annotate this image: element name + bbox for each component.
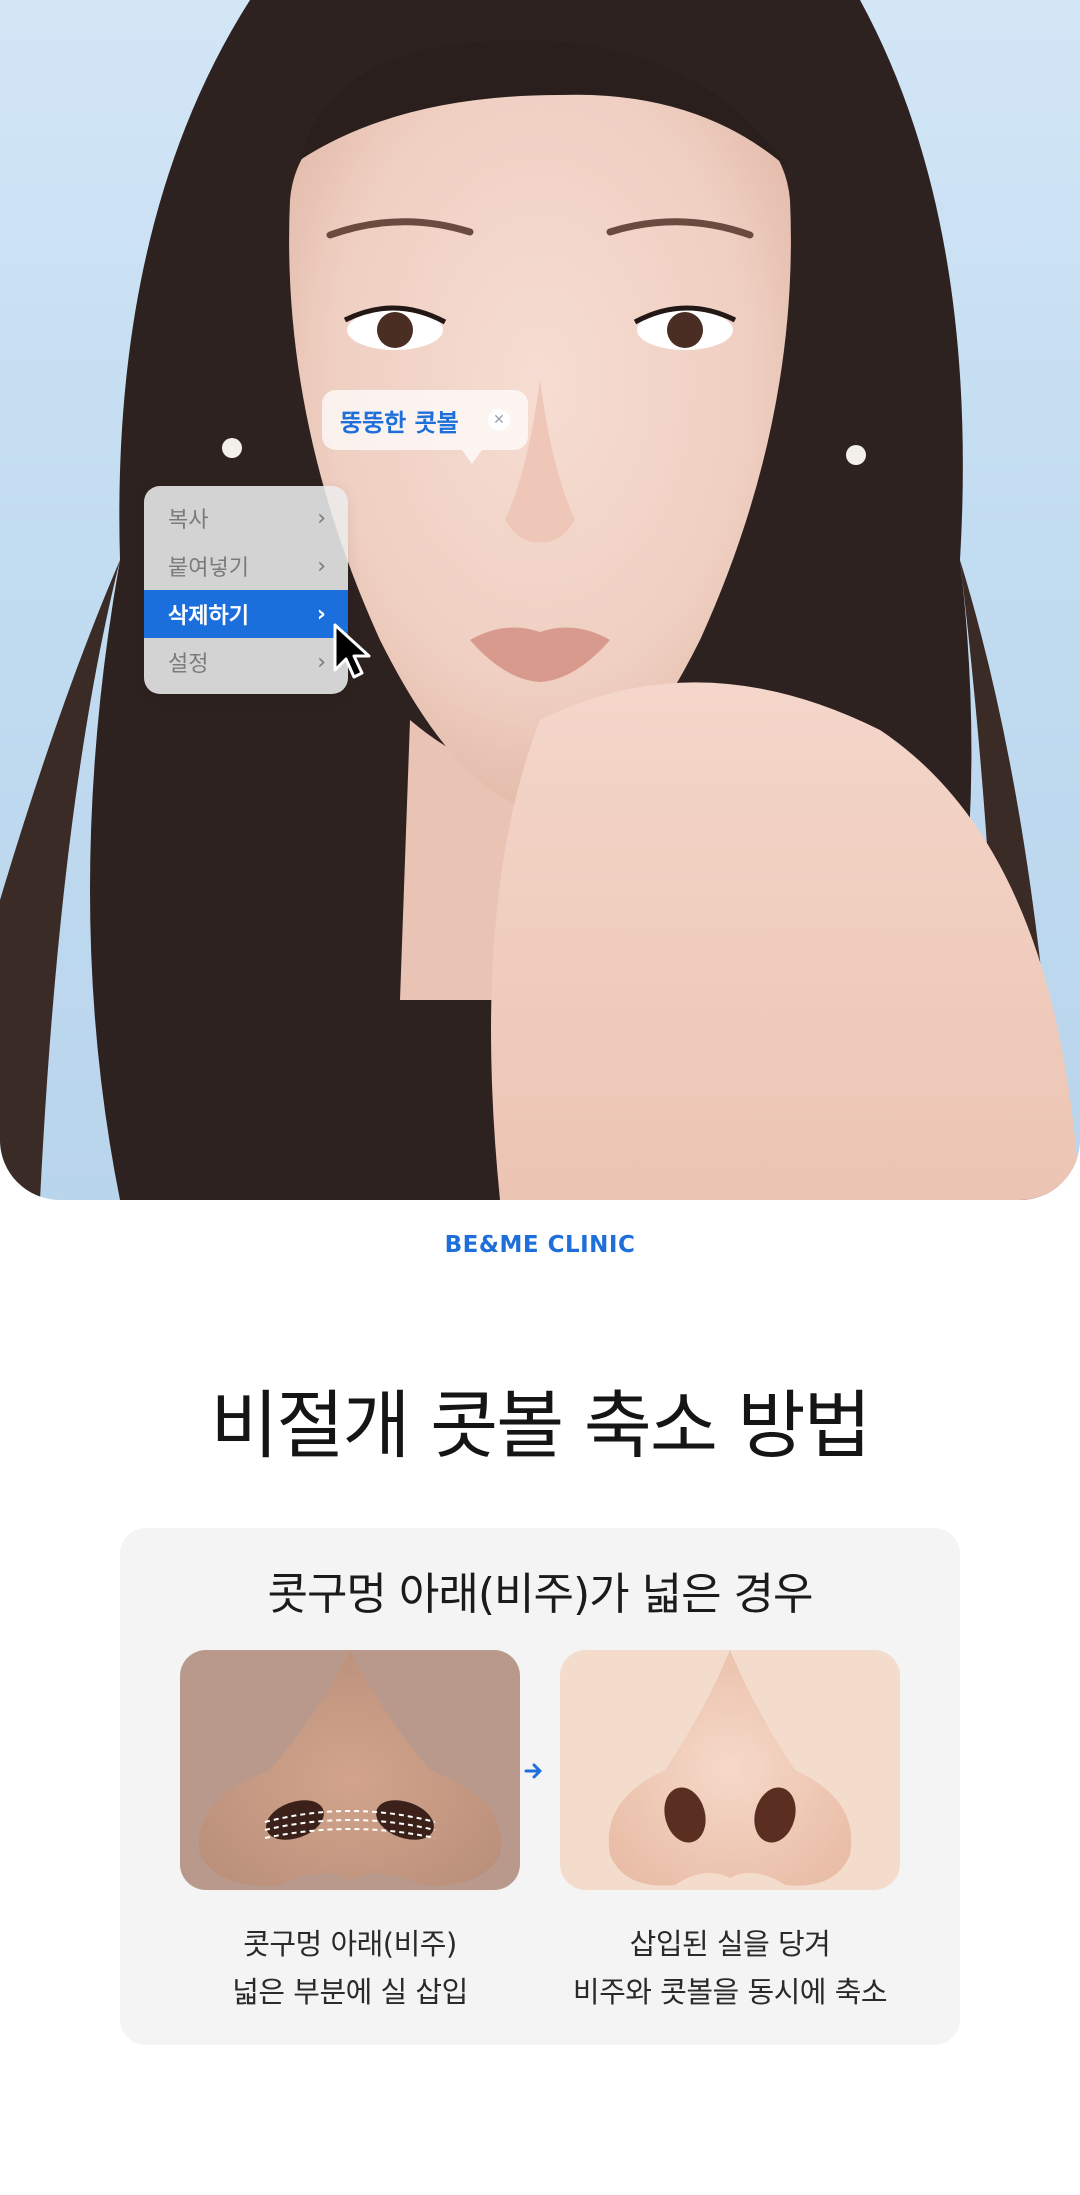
chevron-right-icon: › [316,601,326,627]
context-menu-item-label: 설정 [168,652,209,677]
context-menu-item-label: 복사 [168,508,209,533]
context-menu-item-label: 삭제하기 [168,604,249,629]
clinic-name-text: BE&ME CLINIC [444,1232,636,1258]
clinic-name: BE&ME CLINIC [0,1232,1080,1258]
step-caption-before: 콧구멍 아래(비주) 넓은 부분에 실 삽입 [160,1920,540,2016]
page-title: 비절개 콧볼 축소 방법 [210,1383,871,1469]
close-icon[interactable]: ✕ [488,409,510,431]
chevron-right-icon: › [317,505,326,531]
nose-before-image [180,1650,520,1890]
card-title: 콧구멍 아래(비주)가 넓은 경우 [267,1569,813,1620]
context-menu-item-label: 붙여넣기 [168,556,249,581]
context-menu-item-copy[interactable]: 복사 › [144,494,348,542]
hero-banner: 뚱뚱한 콧볼 ✕ 복사 › 붙여넣기 › 삭제하기 › 설정 › [0,0,1080,1200]
chevron-right-icon: › [317,553,326,579]
procedure-card: 콧구멍 아래(비주)가 넓은 경우 콧구멍 아래(비주) 넓은 부분에 실 삽입… [120,1528,960,2045]
arrow-right-icon [524,1763,542,1779]
caption-line: 넓은 부분에 실 삽입 [232,1975,468,2009]
caption-line: 콧구멍 아래(비주) [243,1927,457,1961]
chevron-right-icon: › [317,649,326,675]
context-menu-item-paste[interactable]: 붙여넣기 › [144,542,348,590]
nose-tag-label: 뚱뚱한 콧볼 [340,408,459,437]
context-menu-item-delete[interactable]: 삭제하기 › [144,590,348,638]
nose-tag-chip[interactable]: 뚱뚱한 콧볼 ✕ [322,390,528,464]
nose-after-image [560,1650,900,1890]
step-caption-after: 삽입된 실을 당겨 비주와 콧볼을 동시에 축소 [540,1920,920,2016]
context-menu-item-settings[interactable]: 설정 › [144,638,348,686]
context-menu: 복사 › 붙여넣기 › 삭제하기 › 설정 › [144,486,348,694]
caption-line: 비주와 콧볼을 동시에 축소 [572,1975,888,2009]
caption-line: 삽입된 실을 당겨 [629,1927,831,1961]
mouse-pointer-icon [333,623,371,679]
